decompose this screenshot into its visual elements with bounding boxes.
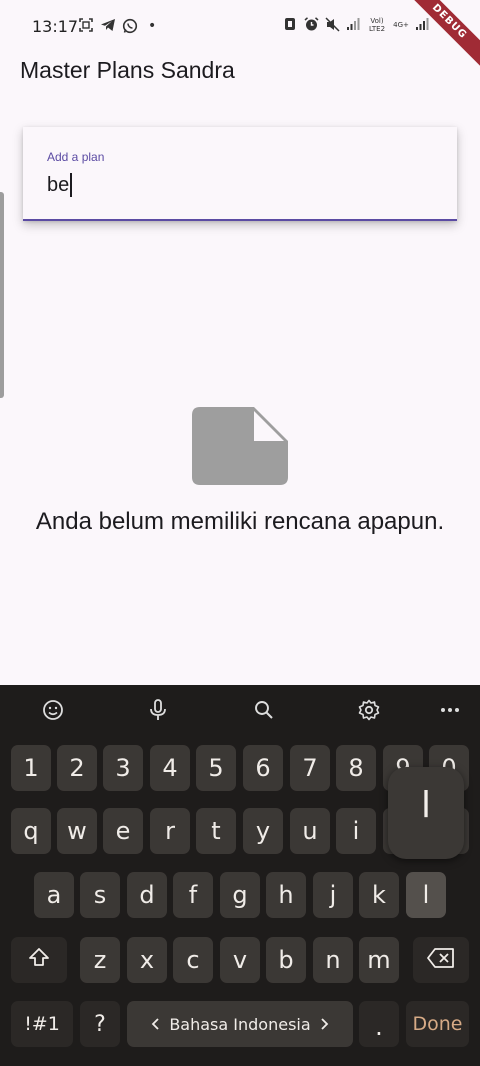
key-a[interactable]: a — [34, 872, 74, 918]
key-q[interactable]: q — [11, 808, 51, 854]
key-7[interactable]: 7 — [290, 745, 330, 791]
alarm-icon — [303, 17, 319, 33]
key-v[interactable]: v — [220, 937, 260, 983]
keyboard-language: Bahasa Indonesia — [169, 1014, 311, 1034]
add-plan-input-value: be — [47, 173, 70, 196]
key-n[interactable]: n — [313, 937, 353, 983]
key-g[interactable]: g — [220, 872, 260, 918]
key-r[interactable]: r — [150, 808, 190, 854]
key-l[interactable]: l — [406, 872, 446, 918]
text-cursor — [70, 173, 73, 197]
key-e[interactable]: e — [103, 808, 143, 854]
key-m[interactable]: m — [359, 937, 399, 983]
key-k[interactable]: k — [359, 872, 399, 918]
status-dot: • — [148, 18, 157, 34]
status-left-icons: • — [78, 18, 156, 34]
lte-label: 4G+ — [393, 21, 409, 29]
key-8[interactable]: 8 — [336, 745, 376, 791]
key-2[interactable]: 2 — [57, 745, 97, 791]
input-underline — [23, 219, 457, 221]
edge-panel-handle[interactable] — [0, 192, 4, 398]
signal-icon — [345, 17, 361, 33]
file-icon — [192, 407, 288, 485]
backspace-key[interactable] — [413, 937, 469, 983]
empty-state-message: Anda belum memiliki rencana apapun. — [35, 508, 445, 535]
emoji-icon[interactable] — [38, 695, 68, 725]
done-button[interactable]: Done — [406, 1001, 469, 1047]
key-6[interactable]: 6 — [243, 745, 283, 791]
key-i[interactable]: i — [336, 808, 376, 854]
key-5[interactable]: 5 — [196, 745, 236, 791]
key-u[interactable]: u — [290, 808, 330, 854]
shift-icon — [28, 946, 50, 974]
add-plan-label: Add a plan — [47, 150, 105, 164]
period-key[interactable]: . — [359, 1001, 399, 1047]
key-d[interactable]: d — [127, 872, 167, 918]
key-1[interactable]: 1 — [11, 745, 51, 791]
key-x[interactable]: x — [127, 937, 167, 983]
search-icon[interactable] — [249, 695, 279, 725]
space-key[interactable]: Bahasa Indonesia — [127, 1001, 353, 1047]
page-title: Master Plans Sandra — [20, 57, 235, 83]
key-s[interactable]: s — [80, 872, 120, 918]
whatsapp-icon — [122, 18, 138, 34]
settings-icon[interactable] — [354, 695, 384, 725]
signal-icon — [414, 17, 430, 33]
volte-label: Vol) LTE2 — [368, 17, 386, 33]
key-b[interactable]: b — [266, 937, 306, 983]
question-key[interactable]: ? — [80, 1001, 120, 1047]
screenshot-icon — [78, 18, 94, 34]
key-t[interactable]: t — [196, 808, 236, 854]
key-j[interactable]: j — [313, 872, 353, 918]
key-c[interactable]: c — [173, 937, 213, 983]
backspace-icon — [427, 946, 455, 974]
keyboard-toolbar — [0, 685, 480, 733]
add-plan-card[interactable]: Add a plan be — [23, 127, 457, 221]
symbols-key[interactable]: !#1 — [11, 1001, 73, 1047]
key-h[interactable]: h — [266, 872, 306, 918]
mic-icon[interactable] — [143, 695, 173, 725]
status-right-icons: Vol) LTE2 4G+ — [282, 17, 430, 33]
key-4[interactable]: 4 — [150, 745, 190, 791]
mute-icon — [324, 17, 340, 33]
chevron-right-icon — [321, 1015, 329, 1034]
status-bar: 13:17 • Vol) LTE2 4G+ — [0, 0, 480, 52]
key-z[interactable]: z — [80, 937, 120, 983]
key-f[interactable]: f — [173, 872, 213, 918]
nfc-icon — [282, 17, 298, 33]
key-w[interactable]: w — [57, 808, 97, 854]
shift-key[interactable] — [11, 937, 67, 983]
add-plan-input[interactable]: be — [47, 173, 73, 197]
key-3[interactable]: 3 — [103, 745, 143, 791]
key-popup: l — [388, 767, 464, 859]
chevron-left-icon — [151, 1015, 159, 1034]
telegram-icon — [100, 18, 116, 34]
more-icon[interactable] — [435, 695, 465, 725]
status-time: 13:17 — [32, 17, 79, 36]
key-y[interactable]: y — [243, 808, 283, 854]
